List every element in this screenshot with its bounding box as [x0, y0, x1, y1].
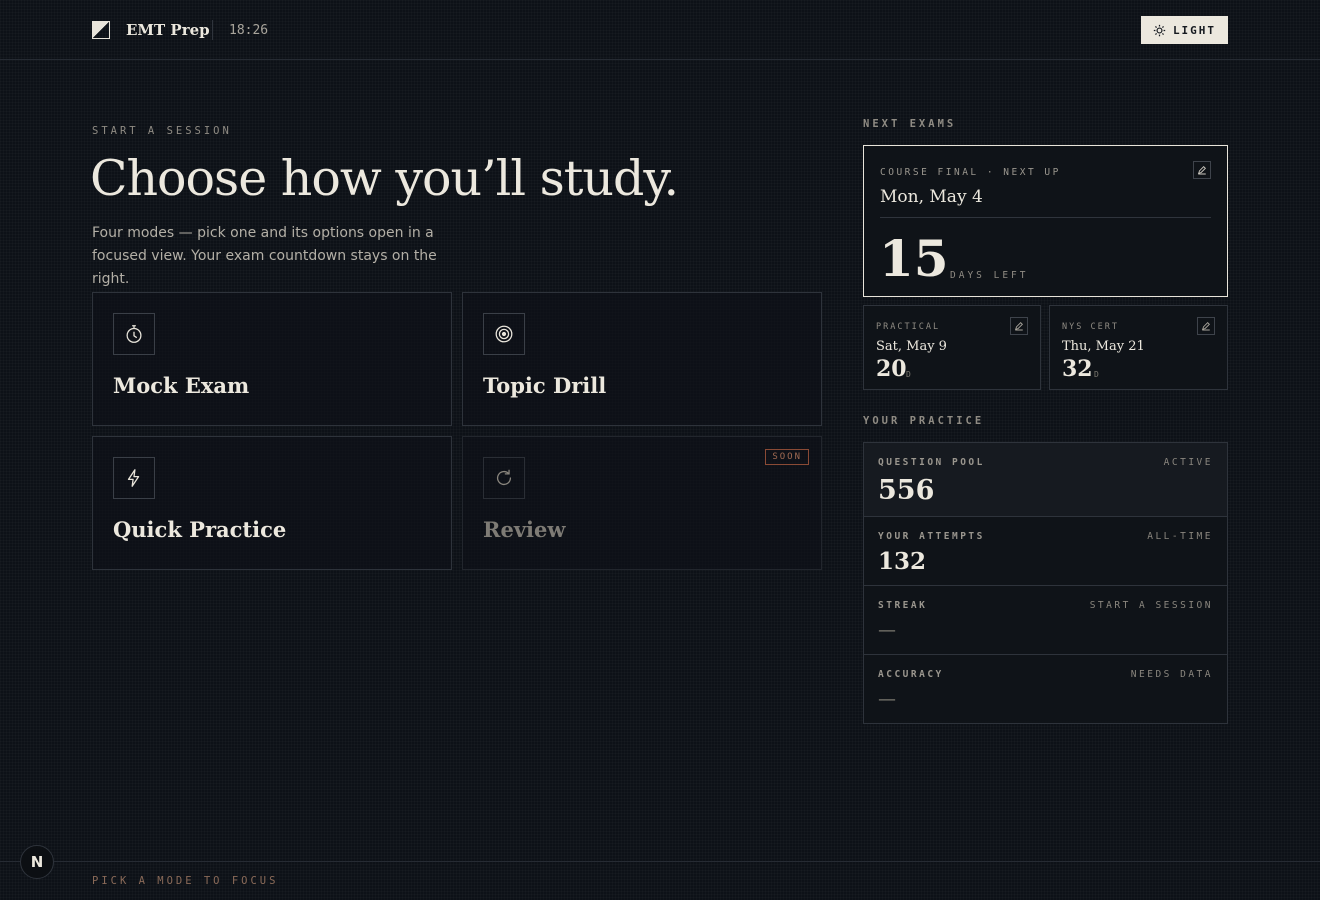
theme-toggle-button[interactable]: LIGHT — [1141, 16, 1228, 44]
mode-icon-frame — [113, 457, 155, 499]
stat-label: ACCURACY — [878, 669, 944, 680]
stat-tag: ACTIVE — [1163, 457, 1213, 468]
soon-badge: SOON — [765, 449, 809, 465]
mode-icon-frame — [113, 313, 155, 355]
mode-card-review: Review SOON — [462, 436, 822, 570]
primary-exam-card: COURSE FINAL · NEXT UP Mon, May 4 15 DAY… — [863, 145, 1228, 297]
exam-date: Sat, May 9 — [876, 339, 947, 354]
your-practice-heading: YOUR PRACTICE — [863, 415, 985, 427]
stat-streak: STREAK START A SESSION — — [864, 586, 1227, 655]
stat-label: YOUR ATTEMPTS — [878, 531, 985, 542]
header-divider — [212, 20, 213, 40]
days-left-count: 15 — [879, 229, 949, 288]
stat-value: — — [878, 689, 896, 710]
stat-your-attempts: YOUR ATTEMPTS ALL-TIME 132 — [864, 517, 1227, 586]
mode-label: Topic Drill — [483, 373, 607, 398]
lightning-icon — [127, 469, 140, 487]
footer-bar: PICK A MODE TO FOCUS — [0, 861, 1320, 900]
sun-icon — [1153, 24, 1166, 36]
stat-value: — — [878, 620, 896, 641]
stat-value: 556 — [878, 475, 935, 506]
exam-days-count: 32 — [1062, 356, 1093, 382]
stopwatch-icon — [126, 325, 142, 343]
exam-days-unit: D — [1094, 370, 1099, 379]
page-subtitle: Four modes — pick one and its options op… — [92, 225, 437, 287]
exam-date: Mon, May 4 — [880, 187, 983, 207]
pencil-icon — [1014, 322, 1023, 331]
edit-exam-button[interactable] — [1010, 317, 1028, 335]
exam-divider — [880, 217, 1211, 218]
exam-days-count: 20 — [876, 356, 907, 382]
n-badge-button[interactable]: N — [20, 845, 54, 879]
mode-icon-frame — [483, 457, 525, 499]
stat-tag: NEEDS DATA — [1130, 669, 1213, 680]
section-eyebrow: START A SESSION — [92, 125, 232, 137]
stat-label: STREAK — [878, 600, 928, 611]
stat-accuracy: ACCURACY NEEDS DATA — — [864, 655, 1227, 724]
refresh-icon — [496, 469, 512, 486]
exam-kicker: COURSE FINAL · NEXT UP — [880, 167, 1061, 178]
logo-icon — [92, 21, 110, 39]
exam-kicker: NYS CERT — [1062, 322, 1119, 332]
pencil-icon — [1197, 166, 1206, 175]
stat-question-pool: QUESTION POOL ACTIVE 556 — [864, 443, 1227, 517]
mode-card-topic-drill[interactable]: Topic Drill — [462, 292, 822, 426]
exam-kicker: PRACTICAL — [876, 322, 941, 332]
mode-label: Quick Practice — [113, 517, 287, 542]
days-left-label: DAYS LEFT — [950, 270, 1029, 281]
target-icon — [495, 325, 513, 343]
theme-toggle-label: LIGHT — [1172, 23, 1217, 37]
top-bar: EMT Prep 18:26 LIGHT — [0, 0, 1320, 60]
stat-tag: START A SESSION — [1089, 600, 1213, 611]
mode-label: Mock Exam — [113, 373, 250, 398]
footer-hint: PICK A MODE TO FOCUS — [92, 875, 279, 887]
edit-exam-button[interactable] — [1193, 161, 1211, 179]
edit-exam-button[interactable] — [1197, 317, 1215, 335]
practice-stats-panel: QUESTION POOL ACTIVE 556 YOUR ATTEMPTS A… — [863, 442, 1228, 724]
pencil-icon — [1201, 322, 1210, 331]
brand-name: EMT Prep — [126, 21, 210, 39]
stat-label: QUESTION POOL — [878, 457, 985, 468]
exam-card-nys-cert: NYS CERT Thu, May 21 32 D — [1049, 305, 1228, 390]
mode-label: Review — [483, 517, 566, 542]
stat-tag: ALL-TIME — [1147, 531, 1213, 542]
mode-card-quick-practice[interactable]: Quick Practice — [92, 436, 452, 570]
mode-icon-frame — [483, 313, 525, 355]
next-exams-heading: NEXT EXAMS — [863, 118, 957, 130]
exam-days-unit: D — [906, 370, 911, 379]
clock: 18:26 — [229, 23, 269, 38]
exam-date: Thu, May 21 — [1062, 339, 1145, 354]
mode-card-mock-exam[interactable]: Mock Exam — [92, 292, 452, 426]
page-title: Choose how you’ll study. — [90, 150, 679, 207]
stat-value: 132 — [878, 548, 927, 575]
exam-card-practical: PRACTICAL Sat, May 9 20 D — [863, 305, 1041, 390]
